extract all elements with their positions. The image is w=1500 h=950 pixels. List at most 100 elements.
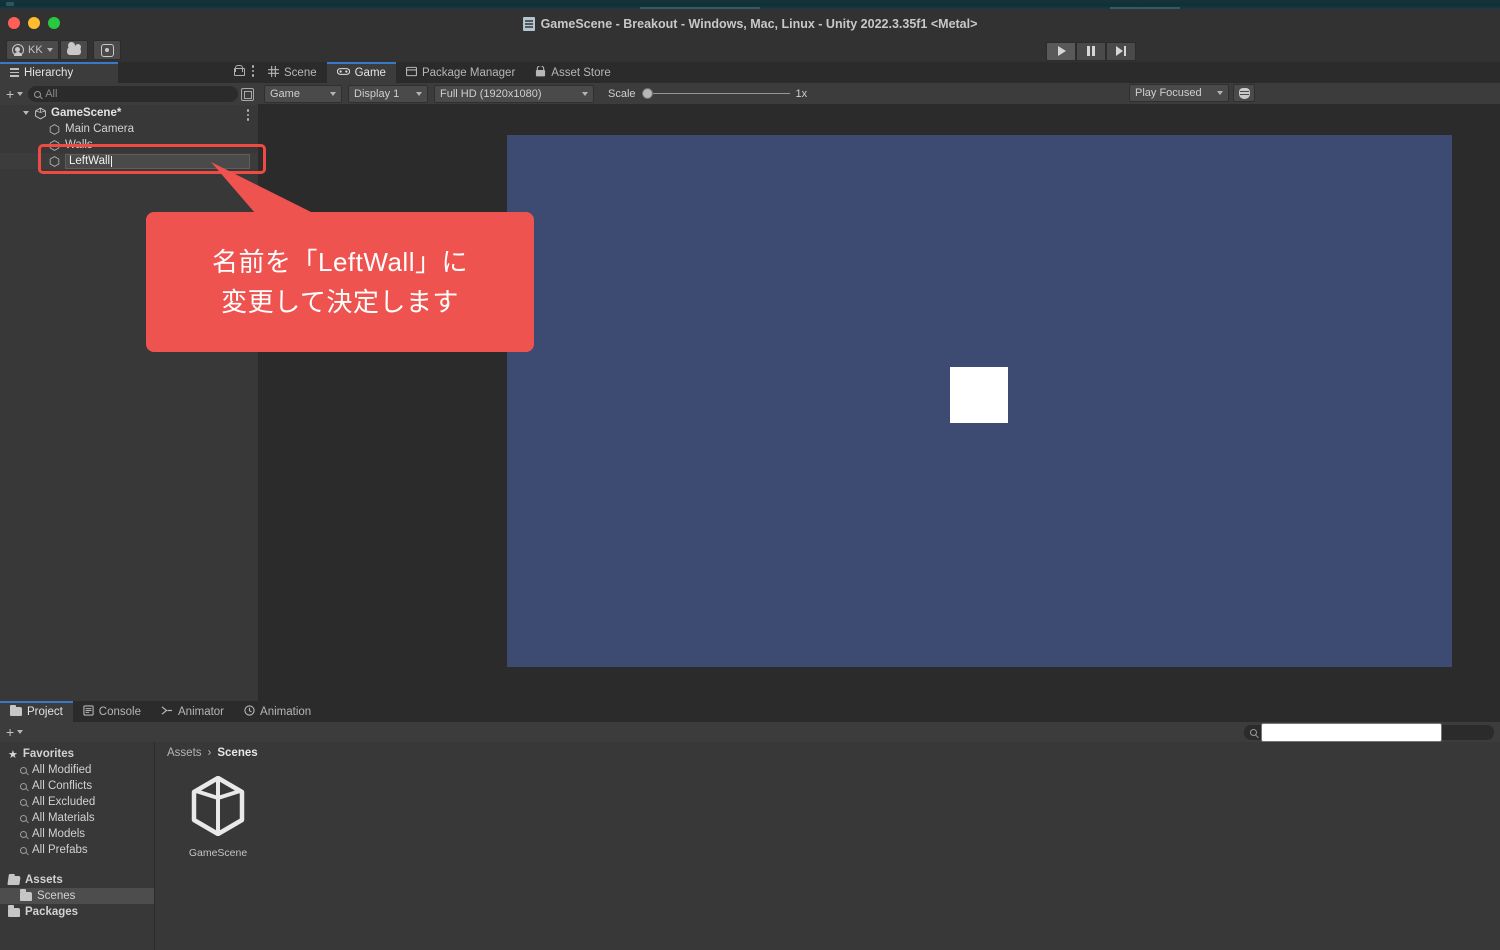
tab-asset-store-label: Asset Store bbox=[551, 66, 611, 79]
tab-animation[interactable]: Animation bbox=[234, 701, 321, 722]
tree-item-label: All Excluded bbox=[32, 796, 96, 808]
stats-button[interactable] bbox=[1233, 84, 1255, 102]
asset-grid: GameScene bbox=[155, 764, 1500, 859]
game-view-tabstrip: Scene Game Package Manager Asset Store bbox=[258, 62, 1500, 83]
tree-item-label: All Conflicts bbox=[32, 780, 93, 792]
chevron-right-icon[interactable] bbox=[23, 111, 29, 115]
breadcrumb-item-scenes[interactable]: Scenes bbox=[217, 747, 257, 759]
tree-item-all-materials[interactable]: All Materials bbox=[0, 810, 154, 826]
hierarchy-list: GameScene* Main Camera Walls LeftWall bbox=[0, 105, 258, 701]
editor-settings-button[interactable] bbox=[93, 40, 121, 60]
hierarchy-row-leftwall[interactable]: LeftWall bbox=[0, 153, 258, 169]
hierarchy-rename-input[interactable]: LeftWall bbox=[65, 153, 250, 169]
playback-controls bbox=[1046, 41, 1136, 61]
tree-item-assets[interactable]: Assets bbox=[0, 872, 154, 888]
hierarchy-row-label: Main Camera bbox=[65, 123, 135, 135]
tree-item-packages[interactable]: Packages bbox=[0, 904, 154, 920]
chevron-down-icon bbox=[17, 92, 24, 96]
tree-item-all-excluded[interactable]: All Excluded bbox=[0, 794, 154, 810]
play-button[interactable] bbox=[1046, 41, 1076, 61]
tab-console-label: Console bbox=[98, 705, 141, 718]
search-icon bbox=[20, 814, 27, 822]
tab-asset-store[interactable]: Asset Store bbox=[525, 62, 620, 83]
tab-console[interactable]: Console bbox=[73, 701, 151, 722]
kebab-menu-icon[interactable] bbox=[251, 65, 254, 77]
text-caret bbox=[111, 155, 113, 167]
hierarchy-row-label: Walls bbox=[65, 139, 93, 151]
display-dropdown[interactable]: Display 1 bbox=[348, 84, 428, 103]
tab-game[interactable]: Game bbox=[326, 62, 397, 83]
asset-item-gamescene[interactable]: GameScene bbox=[175, 775, 261, 859]
hierarchy-tab-icons bbox=[233, 65, 254, 77]
project-tabstrip: Project Console Animator Animation bbox=[0, 701, 1500, 722]
project-panel: Project Console Animator Animation + ★ F… bbox=[0, 701, 1500, 950]
project-search-box[interactable] bbox=[1244, 723, 1494, 742]
game-view-right-controls: Play Focused bbox=[1129, 84, 1255, 102]
tree-item-label: Packages bbox=[25, 906, 79, 918]
tree-item-label: All Models bbox=[32, 828, 86, 840]
store-icon bbox=[535, 64, 546, 80]
scale-slider[interactable] bbox=[641, 87, 790, 101]
hierarchy-tabstrip: Hierarchy bbox=[0, 62, 258, 83]
breadcrumb-item-assets[interactable]: Assets bbox=[167, 747, 202, 759]
tab-animation-label: Animation bbox=[260, 705, 312, 718]
tree-item-label: Assets bbox=[25, 874, 63, 886]
tree-item-all-modified[interactable]: All Modified bbox=[0, 762, 154, 778]
unity-cloud-button[interactable] bbox=[60, 40, 88, 60]
tab-package-manager-label: Package Manager bbox=[421, 66, 516, 79]
step-button[interactable] bbox=[1106, 41, 1136, 61]
tab-scene[interactable]: Scene bbox=[258, 62, 327, 83]
grid-icon bbox=[268, 65, 279, 80]
search-icon bbox=[20, 782, 27, 790]
cloud-icon bbox=[67, 41, 81, 55]
macos-menu-bar bbox=[0, 0, 1500, 9]
pause-button[interactable] bbox=[1076, 41, 1106, 61]
game-render-canvas[interactable] bbox=[507, 135, 1452, 667]
hierarchy-row-label: GameScene* bbox=[51, 107, 122, 119]
project-body: ★ Favorites All Modified All Conflicts A… bbox=[0, 742, 1500, 950]
tab-animator[interactable]: Animator bbox=[151, 701, 234, 722]
tab-package-manager[interactable]: Package Manager bbox=[396, 62, 525, 83]
chevron-down-icon bbox=[582, 91, 588, 96]
window-title-text: GameScene - Breakout - Windows, Mac, Lin… bbox=[540, 16, 978, 31]
hierarchy-row-gamescene[interactable]: GameScene* bbox=[0, 105, 258, 121]
unity-scene-icon bbox=[34, 107, 47, 120]
hierarchy-row-main-camera[interactable]: Main Camera bbox=[0, 121, 258, 137]
tab-hierarchy[interactable]: Hierarchy bbox=[0, 62, 118, 83]
panel-toggle-icon[interactable] bbox=[241, 87, 254, 101]
unity-toolbar: KK bbox=[0, 38, 1500, 62]
scale-value: 1x bbox=[795, 87, 808, 100]
stats-bug-icon bbox=[1238, 87, 1250, 99]
lock-icon[interactable] bbox=[233, 65, 245, 77]
settings-group bbox=[93, 40, 121, 60]
gameobject-cube-icon bbox=[48, 123, 61, 136]
chevron-down-icon bbox=[17, 730, 24, 734]
hierarchy-search-box[interactable] bbox=[28, 86, 238, 102]
tree-item-favorites[interactable]: ★ Favorites bbox=[0, 746, 154, 762]
target-display-value: Game bbox=[270, 87, 300, 100]
tab-project[interactable]: Project bbox=[0, 701, 73, 722]
project-create-button[interactable]: + bbox=[4, 725, 25, 739]
tab-project-label: Project bbox=[27, 705, 63, 718]
hierarchy-toolbar: + bbox=[0, 83, 258, 105]
console-icon bbox=[83, 704, 94, 719]
hierarchy-row-walls[interactable]: Walls bbox=[0, 137, 258, 153]
play-mode-dropdown[interactable]: Play Focused bbox=[1129, 84, 1229, 102]
tree-item-all-conflicts[interactable]: All Conflicts bbox=[0, 778, 154, 794]
folder-icon bbox=[20, 889, 32, 901]
project-search-input[interactable] bbox=[1261, 723, 1442, 742]
window-title: GameScene - Breakout - Windows, Mac, Lin… bbox=[0, 9, 1500, 38]
target-display-dropdown[interactable]: Game bbox=[264, 84, 342, 103]
play-mode-value: Play Focused bbox=[1135, 87, 1202, 99]
kebab-menu-icon[interactable] bbox=[246, 109, 249, 121]
account-dropdown[interactable]: KK bbox=[6, 40, 59, 60]
hierarchy-create-button[interactable]: + bbox=[4, 87, 25, 101]
tree-item-scenes[interactable]: Scenes bbox=[0, 888, 154, 904]
gamepad-icon bbox=[336, 67, 350, 79]
slider-knob[interactable] bbox=[641, 88, 653, 99]
resolution-dropdown[interactable]: Full HD (1920x1080) bbox=[434, 84, 594, 103]
hierarchy-search-input[interactable] bbox=[45, 88, 232, 100]
tree-item-all-prefabs[interactable]: All Prefabs bbox=[0, 842, 154, 858]
tree-item-all-models[interactable]: All Models bbox=[0, 826, 154, 842]
